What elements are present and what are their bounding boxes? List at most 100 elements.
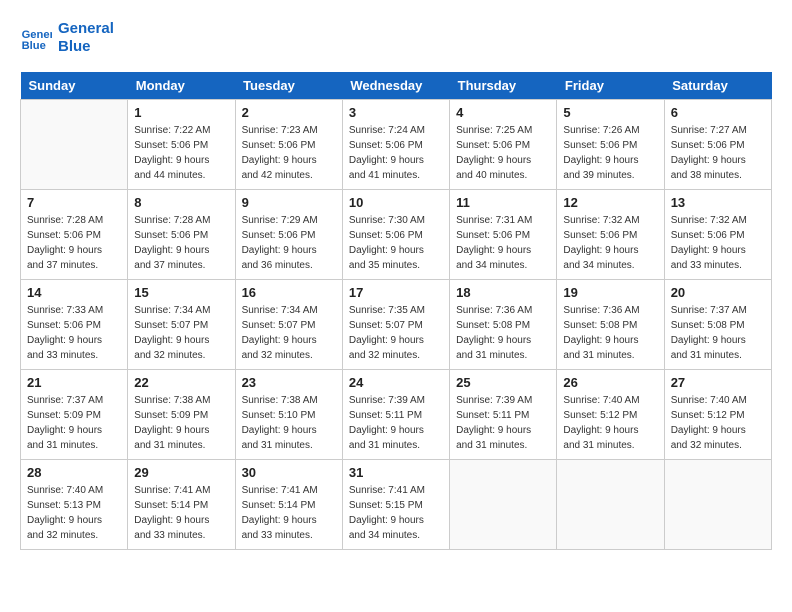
day-info: Sunrise: 7:34 AM Sunset: 5:07 PM Dayligh… [134,303,228,363]
day-info: Sunrise: 7:25 AM Sunset: 5:06 PM Dayligh… [456,123,550,183]
day-info: Sunrise: 7:36 AM Sunset: 5:08 PM Dayligh… [456,303,550,363]
day-number: 10 [349,195,443,210]
day-info: Sunrise: 7:26 AM Sunset: 5:06 PM Dayligh… [563,123,657,183]
calendar-cell: 22 Sunrise: 7:38 AM Sunset: 5:09 PM Dayli… [128,370,235,460]
calendar-cell: 14 Sunrise: 7:33 AM Sunset: 5:06 PM Dayli… [21,280,128,370]
header-day-monday: Monday [128,72,235,100]
calendar-cell: 8 Sunrise: 7:28 AM Sunset: 5:06 PM Daylig… [128,190,235,280]
calendar-cell [21,100,128,190]
day-info: Sunrise: 7:39 AM Sunset: 5:11 PM Dayligh… [349,393,443,453]
day-number: 9 [242,195,336,210]
calendar-cell: 13Sunrise: 7:32 AM Sunset: 5:06 PM Dayli… [664,190,771,280]
week-row-3: 14 Sunrise: 7:33 AM Sunset: 5:06 PM Dayli… [21,280,772,370]
header-day-thursday: Thursday [450,72,557,100]
day-info: Sunrise: 7:22 AM Sunset: 5:06 PM Dayligh… [134,123,228,183]
day-number: 14 [27,285,121,300]
week-row-5: 28 Sunrise: 7:40 AM Sunset: 5:13 PM Dayli… [21,460,772,550]
day-number: 23 [242,375,336,390]
calendar-cell: 12 Sunrise: 7:32 AM Sunset: 5:06 PM Dayli… [557,190,664,280]
calendar-cell: 31 Sunrise: 7:41 AM Sunset: 5:15 PM Dayli… [342,460,449,550]
calendar-cell: 5 Sunrise: 7:26 AM Sunset: 5:06 PM Daylig… [557,100,664,190]
day-number: 8 [134,195,228,210]
calendar-cell: 9 Sunrise: 7:29 AM Sunset: 5:06 PM Daylig… [235,190,342,280]
day-number: 28 [27,465,121,480]
day-number: 24 [349,375,443,390]
calendar-cell: 30 Sunrise: 7:41 AM Sunset: 5:14 PM Dayli… [235,460,342,550]
header-row: SundayMondayTuesdayWednesdayThursdayFrid… [21,72,772,100]
calendar-cell [450,460,557,550]
day-number: 4 [456,105,550,120]
calendar-cell: 2 Sunrise: 7:23 AM Sunset: 5:06 PM Daylig… [235,100,342,190]
logo-text: GeneralBlue [58,20,114,56]
day-number: 5 [563,105,657,120]
day-number: 6 [671,105,765,120]
day-number: 15 [134,285,228,300]
calendar-cell: 16Sunrise: 7:34 AM Sunset: 5:07 PM Dayli… [235,280,342,370]
calendar-cell: 4 Sunrise: 7:25 AM Sunset: 5:06 PM Daylig… [450,100,557,190]
day-info: Sunrise: 7:29 AM Sunset: 5:06 PM Dayligh… [242,213,336,273]
calendar-cell: 24 Sunrise: 7:39 AM Sunset: 5:11 PM Dayli… [342,370,449,460]
day-info: Sunrise: 7:28 AM Sunset: 5:06 PM Dayligh… [134,213,228,273]
calendar-cell [664,460,771,550]
day-number: 17 [349,285,443,300]
calendar-cell: 7Sunrise: 7:28 AM Sunset: 5:06 PM Daylig… [21,190,128,280]
day-info: Sunrise: 7:41 AM Sunset: 5:15 PM Dayligh… [349,483,443,543]
svg-text:General: General [22,29,52,41]
day-info: Sunrise: 7:40 AM Sunset: 5:12 PM Dayligh… [563,393,657,453]
day-number: 20 [671,285,765,300]
day-number: 12 [563,195,657,210]
calendar-table: SundayMondayTuesdayWednesdayThursdayFrid… [20,72,772,550]
header-day-friday: Friday [557,72,664,100]
day-info: Sunrise: 7:23 AM Sunset: 5:06 PM Dayligh… [242,123,336,183]
day-number: 18 [456,285,550,300]
day-number: 27 [671,375,765,390]
day-info: Sunrise: 7:32 AM Sunset: 5:06 PM Dayligh… [563,213,657,273]
calendar-cell: 19Sunrise: 7:36 AM Sunset: 5:08 PM Dayli… [557,280,664,370]
calendar-cell: 27 Sunrise: 7:40 AM Sunset: 5:12 PM Dayli… [664,370,771,460]
logo: General Blue GeneralBlue [20,20,114,56]
day-number: 21 [27,375,121,390]
header-day-tuesday: Tuesday [235,72,342,100]
day-number: 29 [134,465,228,480]
calendar-cell: 23 Sunrise: 7:38 AM Sunset: 5:10 PM Dayli… [235,370,342,460]
day-info: Sunrise: 7:36 AM Sunset: 5:08 PM Dayligh… [563,303,657,363]
day-number: 7 [27,195,121,210]
day-info: Sunrise: 7:27 AM Sunset: 5:06 PM Dayligh… [671,123,765,183]
day-info: Sunrise: 7:40 AM Sunset: 5:12 PM Dayligh… [671,393,765,453]
header-day-saturday: Saturday [664,72,771,100]
day-info: Sunrise: 7:37 AM Sunset: 5:08 PM Dayligh… [671,303,765,363]
day-info: Sunrise: 7:38 AM Sunset: 5:09 PM Dayligh… [134,393,228,453]
calendar-cell: 6 Sunrise: 7:27 AM Sunset: 5:06 PM Daylig… [664,100,771,190]
day-number: 30 [242,465,336,480]
header-day-wednesday: Wednesday [342,72,449,100]
logo-icon: General Blue [20,22,52,54]
day-info: Sunrise: 7:33 AM Sunset: 5:06 PM Dayligh… [27,303,121,363]
day-number: 26 [563,375,657,390]
calendar-cell: 17Sunrise: 7:35 AM Sunset: 5:07 PM Dayli… [342,280,449,370]
calendar-cell: 28 Sunrise: 7:40 AM Sunset: 5:13 PM Dayli… [21,460,128,550]
day-info: Sunrise: 7:24 AM Sunset: 5:06 PM Dayligh… [349,123,443,183]
day-info: Sunrise: 7:37 AM Sunset: 5:09 PM Dayligh… [27,393,121,453]
day-number: 31 [349,465,443,480]
calendar-cell: 26 Sunrise: 7:40 AM Sunset: 5:12 PM Dayli… [557,370,664,460]
calendar-cell: 10Sunrise: 7:30 AM Sunset: 5:06 PM Dayli… [342,190,449,280]
day-info: Sunrise: 7:41 AM Sunset: 5:14 PM Dayligh… [134,483,228,543]
day-number: 16 [242,285,336,300]
day-info: Sunrise: 7:40 AM Sunset: 5:13 PM Dayligh… [27,483,121,543]
calendar-cell: 18 Sunrise: 7:36 AM Sunset: 5:08 PM Dayli… [450,280,557,370]
day-number: 11 [456,195,550,210]
day-number: 13 [671,195,765,210]
day-info: Sunrise: 7:31 AM Sunset: 5:06 PM Dayligh… [456,213,550,273]
day-number: 2 [242,105,336,120]
day-info: Sunrise: 7:38 AM Sunset: 5:10 PM Dayligh… [242,393,336,453]
week-row-2: 7 Sunrise: 7:28 AM Sunset: 5:06 PM Daylig… [21,190,772,280]
day-info: Sunrise: 7:41 AM Sunset: 5:14 PM Dayligh… [242,483,336,543]
calendar-cell: 1 Sunrise: 7:22 AM Sunset: 5:06 PM Daylig… [128,100,235,190]
header-day-sunday: Sunday [21,72,128,100]
calendar-cell: 15 Sunrise: 7:34 AM Sunset: 5:07 PM Dayli… [128,280,235,370]
calendar-cell: 25Sunrise: 7:39 AM Sunset: 5:11 PM Dayli… [450,370,557,460]
day-number: 22 [134,375,228,390]
day-number: 1 [134,105,228,120]
day-info: Sunrise: 7:39 AM Sunset: 5:11 PM Dayligh… [456,393,550,453]
header: General Blue GeneralBlue [20,20,772,56]
